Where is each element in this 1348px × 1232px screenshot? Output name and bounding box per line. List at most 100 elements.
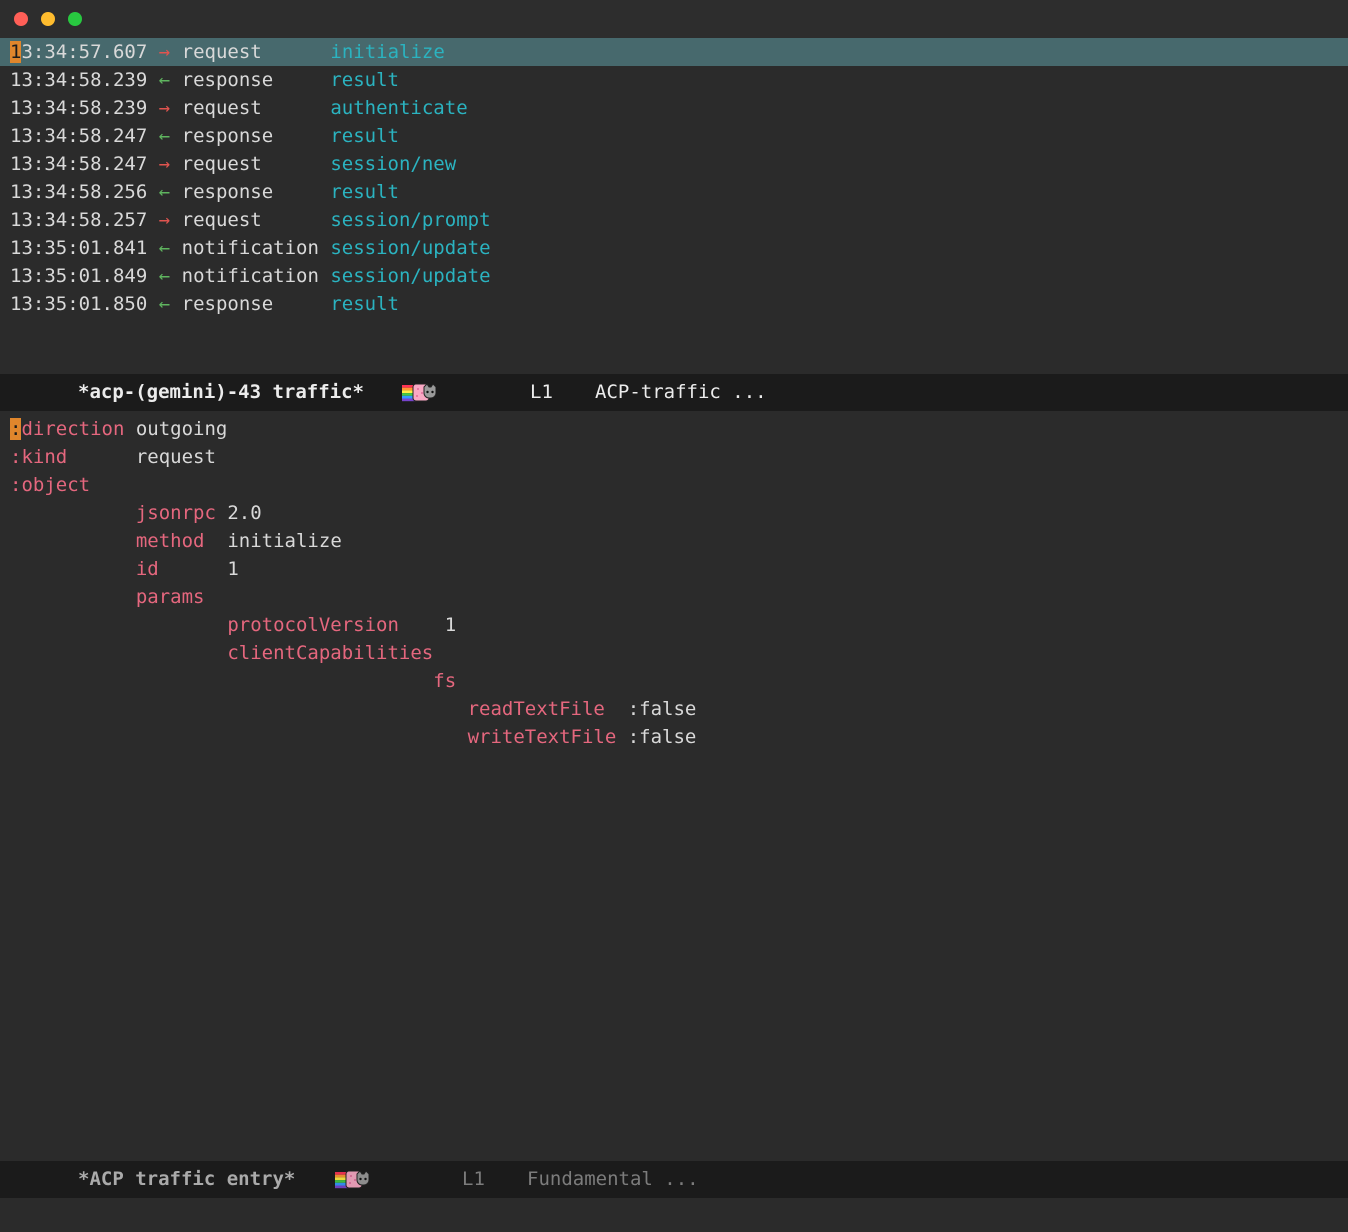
traffic-log-row[interactable]: 13:35:01.850 ← response result [0, 290, 1348, 318]
timestamp: 13:34:58.247 [10, 125, 148, 147]
timestamp: 13:34:58.239 [10, 69, 148, 91]
seg-plain [170, 69, 181, 91]
entry-detail-line: protocolVersion 1 [0, 611, 1348, 639]
method-name: session/new [330, 153, 457, 175]
entry-detail-line: readTextFile :false [0, 695, 1348, 723]
plist-value: initialize [204, 530, 342, 552]
plist-key: readTextFile [467, 698, 605, 720]
plist-value [10, 530, 136, 552]
plist-value: :false [604, 698, 697, 720]
direction-arrow-icon: → [158, 41, 171, 63]
timestamp: 3:34:57.607 [21, 41, 148, 63]
method-name: result [330, 69, 399, 91]
seg-plain [147, 97, 158, 119]
seg-plain [170, 237, 181, 259]
message-kind: response [181, 69, 331, 91]
acp-entry-detail-pane: :direction outgoing:kind request:object … [0, 411, 1348, 1161]
entry-detail-line: jsonrpc 2.0 [0, 499, 1348, 527]
text-cursor: : [10, 418, 22, 440]
plist-value: 1 [158, 558, 239, 580]
message-kind: notification [181, 237, 331, 259]
nyan-cat-icon [402, 380, 437, 419]
buffer-name[interactable]: *ACP traffic entry* [78, 1161, 295, 1198]
emacs-window: 13:34:57.607 → request initialize 13:34:5… [0, 0, 1348, 1232]
zoom-button[interactable] [68, 12, 82, 26]
plist-key: method [135, 530, 205, 552]
plist-value: request [67, 446, 216, 468]
seg-plain [147, 293, 158, 315]
direction-arrow-icon: ← [158, 237, 171, 259]
entry-detail-line: :direction outgoing [0, 415, 1348, 443]
timestamp: 13:34:58.239 [10, 97, 148, 119]
major-mode-indicator[interactable]: Fundamental ... [527, 1161, 699, 1198]
timestamp: 13:35:01.841 [10, 237, 148, 259]
seg-plain [147, 181, 158, 203]
seg-plain [170, 125, 181, 147]
traffic-log-row[interactable]: 13:34:58.239 → request authenticate [0, 94, 1348, 122]
plist-key: params [135, 586, 205, 608]
plist-key: id [135, 558, 159, 580]
traffic-log-row[interactable]: 13:34:58.257 → request session/prompt [0, 206, 1348, 234]
message-kind: notification [181, 265, 331, 287]
plist-value [10, 502, 136, 524]
major-mode-indicator[interactable]: ACP-traffic ... [595, 374, 767, 411]
direction-arrow-icon: → [158, 97, 171, 119]
method-name: result [330, 293, 399, 315]
traffic-log-row[interactable]: 13:34:58.239 ← response result [0, 66, 1348, 94]
message-kind: response [181, 125, 331, 147]
timestamp: 13:35:01.849 [10, 265, 148, 287]
seg-plain [147, 209, 158, 231]
method-name: session/update [330, 265, 491, 287]
plist-value [10, 586, 136, 608]
entry-detail-line: clientCapabilities [0, 639, 1348, 667]
seg-plain [170, 181, 181, 203]
acp-traffic-log-pane: 13:34:57.607 → request initialize 13:34:5… [0, 38, 1348, 374]
direction-arrow-icon: ← [158, 69, 171, 91]
plist-value [10, 558, 136, 580]
plist-key: clientCapabilities [227, 642, 434, 664]
plist-key: protocolVersion [227, 614, 399, 636]
entry-detail-line: method initialize [0, 527, 1348, 555]
timestamp: 13:34:58.257 [10, 209, 148, 231]
traffic-log-row[interactable]: 13:34:58.247 → request session/new [0, 150, 1348, 178]
plist-key: fs [433, 670, 457, 692]
traffic-log-row[interactable]: 13:34:58.256 ← response result [0, 178, 1348, 206]
nyan-cat-icon [335, 1167, 370, 1206]
seg-plain [170, 209, 181, 231]
plist-value: 2.0 [215, 502, 262, 524]
plist-key: writeTextFile [467, 726, 617, 748]
plist-key: direction [21, 418, 125, 440]
buffer-name[interactable]: *acp-(gemini)-43 traffic* [78, 374, 364, 411]
direction-arrow-icon: → [158, 209, 171, 231]
plist-key: jsonrpc [135, 502, 216, 524]
entry-detail-line: :object [0, 471, 1348, 499]
direction-arrow-icon: ← [158, 125, 171, 147]
minimize-button[interactable] [41, 12, 55, 26]
seg-plain [170, 293, 181, 315]
timestamp: 13:34:58.256 [10, 181, 148, 203]
plist-value [10, 698, 468, 720]
plist-key: :kind [10, 446, 68, 468]
text-cursor: 1 [10, 41, 22, 63]
method-name: result [330, 181, 399, 203]
traffic-log-row[interactable]: 13:35:01.841 ← notification session/upda… [0, 234, 1348, 262]
seg-plain [147, 237, 158, 259]
traffic-log-row[interactable]: 13:34:57.607 → request initialize [0, 38, 1348, 66]
message-kind: request [181, 209, 331, 231]
seg-plain [170, 265, 181, 287]
message-kind: request [181, 41, 331, 63]
method-name: initialize [330, 41, 445, 63]
entry-detail-line: fs [0, 667, 1348, 695]
traffic-log-row[interactable]: 13:34:58.247 ← response result [0, 122, 1348, 150]
plist-value [10, 642, 227, 664]
traffic-log-row[interactable]: 13:35:01.849 ← notification session/upda… [0, 262, 1348, 290]
timestamp: 13:35:01.850 [10, 293, 148, 315]
plist-value: outgoing [124, 418, 228, 440]
line-indicator: L1 [462, 1168, 485, 1190]
plist-value [10, 614, 227, 636]
close-button[interactable] [14, 12, 28, 26]
titlebar [0, 0, 1348, 38]
seg-plain [170, 153, 181, 175]
plist-value [10, 726, 468, 748]
message-kind: response [181, 293, 331, 315]
